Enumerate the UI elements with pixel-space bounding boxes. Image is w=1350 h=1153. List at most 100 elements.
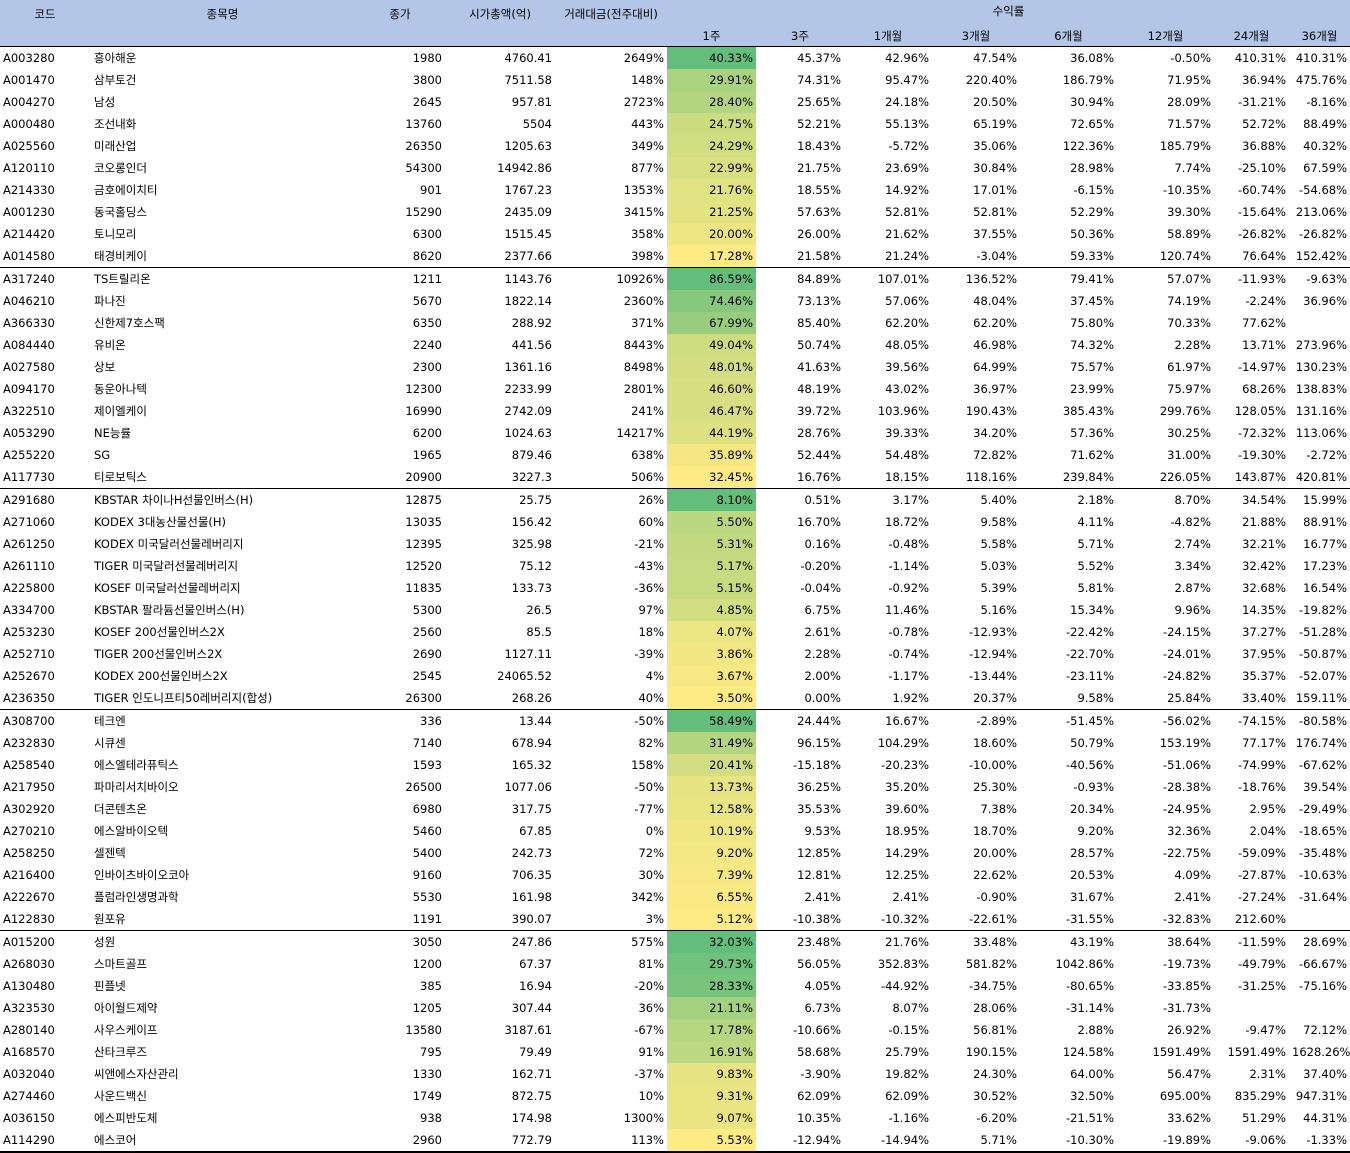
volume-cell[interactable]: -50% [555,710,667,733]
return-3m-cell[interactable]: -0.90% [932,886,1020,908]
volume-cell[interactable]: 358% [555,223,667,245]
volume-cell[interactable]: 82% [555,732,667,754]
return-1m-cell[interactable]: 11.46% [844,599,932,621]
return-6m-cell[interactable]: 52.29% [1020,201,1117,223]
return-3w-cell[interactable]: 74.31% [756,69,844,91]
name-cell[interactable]: 산타크루즈 [90,1041,355,1063]
market-cap-cell[interactable]: 1077.06 [445,776,555,798]
return-12m-cell[interactable]: -4.82% [1117,511,1214,533]
return-6m-cell[interactable]: 385.43% [1020,400,1117,422]
return-6m-cell[interactable]: -22.70% [1020,643,1117,665]
market-cap-cell[interactable]: 1767.23 [445,179,555,201]
return-1m-cell[interactable]: 39.33% [844,422,932,444]
name-cell[interactable]: 금호에이치티 [90,179,355,201]
return-1w-cell[interactable]: 86.59% [667,267,756,290]
return-1m-cell[interactable]: 104.29% [844,732,932,754]
table-row[interactable]: A032040 씨앤에스자산관리 1330 162.71 -37% 9.83% -3.90%… [0,1063,1350,1085]
table-row[interactable]: A053290 NE능률 6200 1024.63 14217% 44.19% 28.76%… [0,422,1350,444]
table-row[interactable]: A258540 에스엘테라퓨틱스 1593 165.32 158% 20.41% -15.1… [0,754,1350,776]
volume-cell[interactable]: 349% [555,135,667,157]
return-12m-cell[interactable]: -33.85% [1117,975,1214,997]
return-12m-cell[interactable]: 58.89% [1117,223,1214,245]
return-6m-cell[interactable]: 15.34% [1020,599,1117,621]
return-36m-cell[interactable]: 72.12% [1289,1019,1350,1041]
return-6m-cell[interactable]: 43.19% [1020,931,1117,954]
return-6m-cell[interactable]: 72.65% [1020,113,1117,135]
code-cell[interactable]: A046210 [0,290,90,312]
return-24m-cell[interactable]: 143.87% [1214,466,1289,489]
market-cap-cell[interactable]: 247.86 [445,931,555,954]
close-cell[interactable]: 1205 [355,997,445,1019]
name-cell[interactable]: SG [90,444,355,466]
return-3w-cell[interactable]: 58.68% [756,1041,844,1063]
code-cell[interactable]: A003280 [0,47,90,70]
code-cell[interactable]: A222670 [0,886,90,908]
close-cell[interactable]: 6980 [355,798,445,820]
return-3w-cell[interactable]: 2.61% [756,621,844,643]
return-12m-cell[interactable]: -10.35% [1117,179,1214,201]
return-6m-cell[interactable]: 75.57% [1020,356,1117,378]
return-36m-cell[interactable]: -26.82% [1289,223,1350,245]
return-3w-cell[interactable]: 10.35% [756,1107,844,1129]
volume-cell[interactable]: 36% [555,997,667,1019]
market-cap-cell[interactable]: 268.26 [445,687,555,710]
return-36m-cell[interactable]: 17.23% [1289,555,1350,577]
return-12m-cell[interactable]: 56.47% [1117,1063,1214,1085]
return-6m-cell[interactable]: 28.98% [1020,157,1117,179]
volume-cell[interactable]: 2649% [555,47,667,70]
return-12m-cell[interactable]: 2.28% [1117,334,1214,356]
market-cap-cell[interactable]: 872.75 [445,1085,555,1107]
return-1m-cell[interactable]: 352.83% [844,953,932,975]
close-cell[interactable]: 3050 [355,931,445,954]
volume-cell[interactable]: 0% [555,820,667,842]
return-36m-cell[interactable]: -35.48% [1289,842,1350,864]
code-cell[interactable]: A270210 [0,820,90,842]
close-cell[interactable]: 12395 [355,533,445,555]
return-3w-cell[interactable]: 56.05% [756,953,844,975]
return-12m-cell[interactable]: -24.95% [1117,798,1214,820]
return-12m-cell[interactable]: 75.97% [1117,378,1214,400]
volume-cell[interactable]: -50% [555,776,667,798]
return-1w-cell[interactable]: 31.49% [667,732,756,754]
close-cell[interactable]: 6200 [355,422,445,444]
return-1m-cell[interactable]: 19.82% [844,1063,932,1085]
return-24m-cell[interactable]: 835.29% [1214,1085,1289,1107]
return-1m-cell[interactable]: 16.67% [844,710,932,733]
table-row[interactable]: A015200 성원 3050 247.86 575% 32.03% 23.48% 21.76… [0,930,1350,954]
close-cell[interactable]: 26350 [355,135,445,157]
name-cell[interactable]: 스마트골프 [90,953,355,975]
return-24m-cell[interactable]: -2.24% [1214,290,1289,312]
return-3m-cell[interactable]: 22.62% [932,864,1020,886]
return-3m-cell[interactable]: 9.58% [932,511,1020,533]
return-3w-cell[interactable]: 4.05% [756,975,844,997]
return-36m-cell[interactable]: 159.11% [1289,687,1350,710]
return-36m-cell[interactable]: 152.42% [1289,245,1350,268]
return-6m-cell[interactable]: 32.50% [1020,1085,1117,1107]
return-1m-cell[interactable]: 14.92% [844,179,932,201]
return-1m-cell[interactable]: -0.15% [844,1019,932,1041]
return-36m-cell[interactable]: 44.31% [1289,1107,1350,1129]
name-cell[interactable]: 유비온 [90,334,355,356]
return-3w-cell[interactable]: 16.76% [756,466,844,489]
close-cell[interactable]: 20900 [355,466,445,489]
return-3m-cell[interactable]: -12.94% [932,643,1020,665]
close-cell[interactable]: 5300 [355,599,445,621]
return-12m-cell[interactable]: 74.19% [1117,290,1214,312]
code-cell[interactable]: A236350 [0,687,90,710]
name-cell[interactable]: KODEX 미국달러선물레버리지 [90,533,355,555]
volume-cell[interactable]: 10926% [555,268,667,291]
return-1w-cell[interactable]: 4.85% [667,599,756,621]
return-3m-cell[interactable]: 20.37% [932,687,1020,710]
name-cell[interactable]: KODEX 3대농산물선물(H) [90,511,355,533]
return-3w-cell[interactable]: 26.00% [756,223,844,245]
market-cap-cell[interactable]: 67.37 [445,953,555,975]
volume-cell[interactable]: 97% [555,599,667,621]
return-3w-cell[interactable]: 18.43% [756,135,844,157]
return-24m-cell[interactable]: 1591.49% [1214,1041,1289,1063]
return-6m-cell[interactable]: -23.11% [1020,665,1117,687]
code-cell[interactable]: A258540 [0,754,90,776]
return-3m-cell[interactable]: 220.40% [932,69,1020,91]
return-3w-cell[interactable]: 2.28% [756,643,844,665]
return-3m-cell[interactable]: 64.99% [932,356,1020,378]
header-market-cap[interactable]: 시가총액(억) [445,0,555,47]
